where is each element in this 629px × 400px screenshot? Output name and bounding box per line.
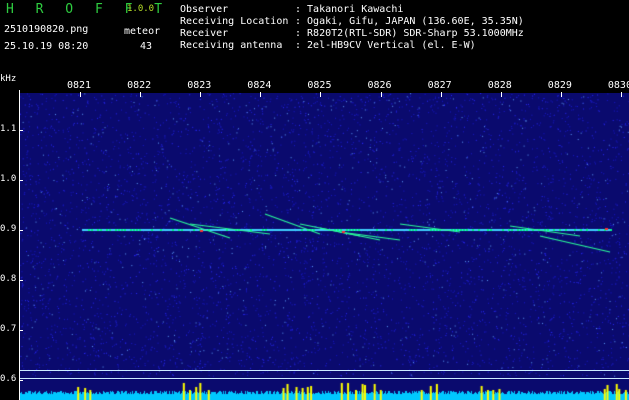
y-tick-label: 0.7 <box>0 324 17 334</box>
info-key: Receiver <box>180 28 229 39</box>
meteor-label: meteor <box>124 26 161 37</box>
meteor-count: 43 <box>140 41 153 52</box>
info-value: : 2el-HB9CV Vertical (el. E-W) <box>295 40 476 51</box>
info-row-antenna: Receiving antenna : 2el-HB9CV Vertical (e… <box>180 40 524 52</box>
info-value: : R820T2(RTL-SDR) SDR-Sharp 53.1000MHz <box>295 28 524 39</box>
y-tick <box>19 380 23 381</box>
y-tick-label: 1.1 <box>0 124 17 134</box>
y-tick <box>19 330 23 331</box>
x-tick-label: 0821 <box>67 80 92 91</box>
x-tick-label: 0828 <box>487 80 512 91</box>
x-tick-label: 0824 <box>247 80 272 91</box>
x-tick <box>620 92 622 97</box>
y-tick <box>19 230 23 231</box>
info-row-observer: Observer : Takanori Kawachi <box>180 4 524 16</box>
reference-line <box>20 378 629 379</box>
info-value: : Takanori Kawachi <box>295 4 404 15</box>
header-panel: H R O F F T 1.0.0 2510190820.png 25.10.1… <box>0 0 629 72</box>
reference-line <box>20 370 629 371</box>
y-axis-unit: kHz <box>0 74 17 84</box>
capture-datetime: 25.10.19 08:20 <box>4 41 89 52</box>
x-tick <box>320 92 322 97</box>
x-tick <box>80 92 81 97</box>
station-info: Observer : Takanori Kawachi Receiving Loc… <box>180 4 524 52</box>
x-tick-label: 0830 <box>607 80 629 91</box>
x-tick-label: 0823 <box>187 80 212 91</box>
y-tick <box>19 280 23 281</box>
x-tick <box>200 92 202 97</box>
info-value: : Ogaki, Gifu, JAPAN (136.60E, 35.35N) <box>295 16 524 27</box>
y-tick <box>19 130 23 131</box>
y-axis-line <box>19 90 20 400</box>
x-tick <box>140 92 142 97</box>
x-tick-label: 0825 <box>307 80 332 91</box>
x-tick-label: 0826 <box>367 80 392 91</box>
info-key: Receiving Location <box>180 16 289 27</box>
x-tick <box>440 92 442 97</box>
info-key: Observer <box>180 4 229 15</box>
info-key: Receiving antenna <box>180 40 283 51</box>
y-tick-label: 1.0 <box>0 174 17 184</box>
file-name: 2510190820.png <box>4 24 89 35</box>
x-tick <box>560 92 562 97</box>
info-row-location: Receiving Location : Ogaki, Gifu, JAPAN (… <box>180 16 524 28</box>
y-tick-label: 0.9 <box>0 224 17 234</box>
y-tick-label: 0.8 <box>0 274 17 284</box>
x-tick-label: 0827 <box>427 80 452 91</box>
x-tick <box>380 92 382 97</box>
x-tick-label: 0822 <box>127 80 152 91</box>
y-tick <box>19 180 23 181</box>
info-row-receiver: Receiver : R820T2(RTL-SDR) SDR-Sharp 53.1… <box>180 28 524 40</box>
x-tick-label: 0829 <box>547 80 572 91</box>
app-version: 1.0.0 <box>127 4 155 14</box>
x-tick <box>500 92 502 97</box>
y-tick-label: 0.6 <box>0 374 17 384</box>
x-tick <box>260 92 262 97</box>
spectrogram-plot <box>20 93 629 400</box>
